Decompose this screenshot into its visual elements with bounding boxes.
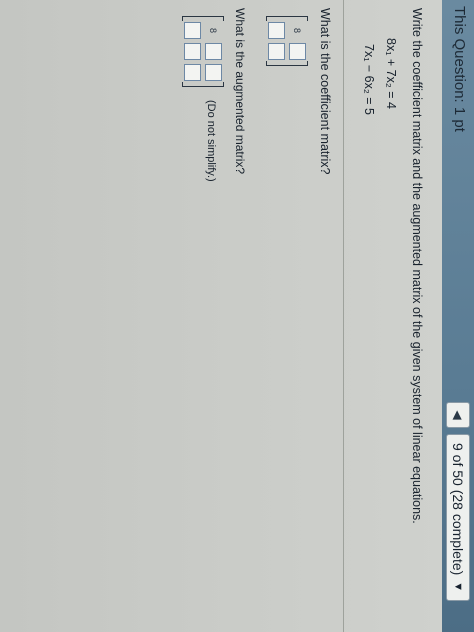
matrix-answer-box[interactable] xyxy=(205,43,222,60)
matrix-answer-box[interactable] xyxy=(205,64,222,81)
coefficient-matrix-question: What is the coefficient matrix? xyxy=(318,8,332,175)
augmented-matrix-input: 8 xyxy=(182,16,224,87)
matrix-cell: 8 xyxy=(292,27,303,33)
question-screen: This Question: 1 pt ◀ 9 of 50 (28 comple… xyxy=(0,0,474,632)
matrix-answer-box[interactable] xyxy=(268,43,285,60)
triangle-left-icon: ◀ xyxy=(451,410,465,420)
question-header-bar: This Question: 1 pt ◀ 9 of 50 (28 comple… xyxy=(441,0,474,632)
divider xyxy=(343,0,344,632)
question-navigation: ◀ 9 of 50 (28 complete) ▼ xyxy=(446,402,470,602)
question-content: Write the coefficient matrix and the aug… xyxy=(0,0,442,632)
matrix-answer-box[interactable] xyxy=(289,43,306,60)
previous-question-button[interactable]: ◀ xyxy=(446,402,470,428)
progress-text: 9 of 50 (28 complete) xyxy=(450,443,466,576)
matrix-answer-box[interactable] xyxy=(184,43,201,60)
question-progress-dropdown[interactable]: 9 of 50 (28 complete) ▼ xyxy=(446,434,470,602)
problem-prompt: Write the coefficient matrix and the aug… xyxy=(410,8,424,524)
coefficient-matrix-input: 8 xyxy=(266,16,308,66)
equation-2: 7x₁ − 6x₂ = 5 xyxy=(362,44,376,115)
augmented-matrix-question: What is the augmented matrix? xyxy=(233,8,247,175)
simplify-hint: (Do not simplify.) xyxy=(205,100,217,182)
caret-down-icon: ▼ xyxy=(452,581,464,593)
matrix-cell: 8 xyxy=(208,27,219,33)
matrix-answer-box[interactable] xyxy=(184,64,201,81)
matrix-answer-box[interactable] xyxy=(184,22,201,39)
equation-1: 8x₁ + 7x₂ = 4 xyxy=(384,38,398,109)
question-points-label: This Question: 1 pt xyxy=(451,6,468,132)
matrix-answer-box[interactable] xyxy=(268,22,285,39)
